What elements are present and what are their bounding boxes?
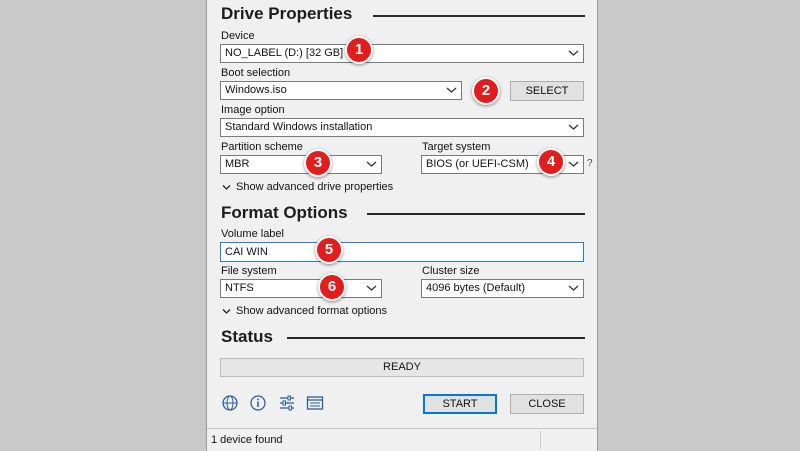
partition-scheme-label: Partition scheme <box>221 141 303 153</box>
target-system-value: BIOS (or UEFI-CSM) <box>426 158 529 170</box>
select-button[interactable]: SELECT <box>510 81 584 101</box>
show-advanced-drive-label: Show advanced drive properties <box>236 181 394 193</box>
section-divider <box>367 213 585 215</box>
volume-label-label: Volume label <box>221 228 284 240</box>
chevron-down-icon <box>366 161 377 167</box>
target-system-help[interactable]: ? <box>587 158 593 169</box>
volume-label-input[interactable]: CAI WIN <box>220 242 584 262</box>
close-button[interactable]: CLOSE <box>510 394 584 414</box>
chevron-down-icon <box>366 285 377 291</box>
drive-properties-title: Drive Properties <box>221 4 353 23</box>
status-title: Status <box>221 327 273 346</box>
boot-selection-dropdown[interactable]: Windows.iso <box>220 81 462 100</box>
settings-sliders-icon[interactable] <box>278 394 296 412</box>
cluster-size-label: Cluster size <box>422 265 480 277</box>
status-bar-footer: 1 device found <box>207 428 597 451</box>
start-button[interactable]: START <box>423 394 497 414</box>
show-advanced-format-toggle[interactable]: Show advanced format options <box>222 305 387 317</box>
section-divider <box>287 337 585 339</box>
annotation-badge-1: 1 <box>345 36 373 64</box>
boot-selection-value: Windows.iso <box>225 84 287 96</box>
show-advanced-drive-toggle[interactable]: Show advanced drive properties <box>222 181 393 193</box>
rufus-window: Drive Properties Device NO_LABEL (D:) [3… <box>206 0 598 451</box>
footer-separator <box>540 431 541 449</box>
file-system-label: File system <box>221 265 277 277</box>
chevron-down-icon <box>446 87 457 93</box>
device-count-text: 1 device found <box>211 434 283 446</box>
image-option-value: Standard Windows installation <box>225 121 373 133</box>
device-label: Device <box>221 30 255 42</box>
partition-scheme-value: MBR <box>225 158 250 170</box>
cluster-size-value: 4096 bytes (Default) <box>426 282 526 294</box>
target-system-label: Target system <box>422 141 491 153</box>
file-system-dropdown[interactable]: NTFS <box>220 279 382 298</box>
info-icon[interactable] <box>249 394 267 412</box>
volume-label-value: CAI WIN <box>225 246 268 258</box>
globe-icon[interactable] <box>221 394 239 412</box>
chevron-down-icon <box>568 161 579 167</box>
chevron-down-icon <box>568 285 579 291</box>
image-option-dropdown[interactable]: Standard Windows installation <box>220 118 584 137</box>
annotation-badge-3: 3 <box>304 149 332 177</box>
image-option-label: Image option <box>221 104 285 116</box>
boot-selection-label: Boot selection <box>221 67 291 79</box>
file-system-value: NTFS <box>225 282 254 294</box>
chevron-down-icon <box>222 184 231 190</box>
section-divider <box>373 15 585 17</box>
chevron-down-icon <box>222 308 231 314</box>
device-value: NO_LABEL (D:) [32 GB] <box>225 47 344 59</box>
annotation-badge-6: 6 <box>318 273 346 301</box>
partition-scheme-dropdown[interactable]: MBR <box>220 155 382 174</box>
cluster-size-dropdown[interactable]: 4096 bytes (Default) <box>421 279 584 298</box>
chevron-down-icon <box>568 50 579 56</box>
annotation-badge-5: 5 <box>315 236 343 264</box>
annotation-badge-4: 4 <box>537 148 565 176</box>
status-progress-bar: READY <box>220 358 584 377</box>
format-options-title: Format Options <box>221 203 348 222</box>
device-dropdown[interactable]: NO_LABEL (D:) [32 GB] <box>220 44 584 63</box>
chevron-down-icon <box>568 124 579 130</box>
log-icon[interactable] <box>306 394 324 412</box>
annotation-badge-2: 2 <box>472 77 500 105</box>
show-advanced-format-label: Show advanced format options <box>236 305 388 317</box>
